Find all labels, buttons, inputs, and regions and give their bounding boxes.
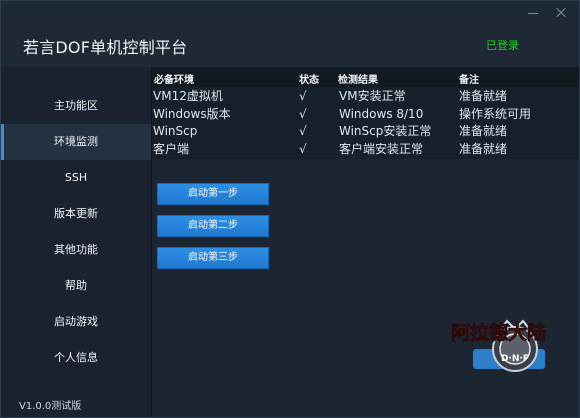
sidebar-item-ssh[interactable]: SSH	[1, 160, 151, 196]
login-status: 已登录	[486, 39, 519, 52]
active-indicator	[1, 124, 4, 160]
version-label: V1.0.0测试版	[19, 401, 82, 412]
sidebar-item-label: SSH	[64, 171, 88, 184]
sidebar-item-label: 版本更新	[54, 207, 98, 220]
sidebar-item-env-monitor[interactable]: 环境监测	[1, 124, 151, 160]
sidebar: 主功能区 环境监测 SSH 版本更新 其他功能 帮助 启动游戏 个人信息	[1, 67, 152, 417]
title-bar: 若言DOF单机控制平台 已登录	[1, 1, 579, 67]
table-cell: Windows 8/10	[339, 107, 424, 121]
table-cell: VM安装正常	[339, 89, 406, 103]
table-cell: Windows版本	[153, 107, 231, 121]
table-cell: 准备就绪	[459, 142, 508, 156]
sidebar-item-label: 其他功能	[54, 243, 98, 256]
sidebar-item-label: 个人信息	[54, 351, 98, 364]
table-cell: WinScp安装正常	[339, 124, 432, 138]
sidebar-item-label: 主功能区	[54, 99, 98, 112]
sidebar-item-profile[interactable]: 个人信息	[1, 340, 151, 376]
table-cell: 客户端	[153, 142, 190, 156]
sidebar-item-label: 启动游戏	[54, 315, 98, 328]
svg-text:阿拉德大陆: 阿拉德大陆	[451, 321, 546, 344]
table-cell: WinScp	[153, 124, 198, 138]
env-table: 必备环境 状态 检测结果 备注 VM12虚拟机 √ VM安装正常 准备就绪 Wi…	[152, 67, 579, 159]
sidebar-item-label: 环境监测	[54, 135, 98, 148]
sidebar-item-other[interactable]: 其他功能	[1, 232, 151, 268]
table-header: 必备环境 状态 检测结果 备注	[152, 67, 579, 87]
column-header: 备注	[459, 75, 479, 86]
close-icon[interactable]	[555, 7, 567, 19]
status-check-icon: √	[299, 89, 307, 103]
sidebar-item-main[interactable]: 主功能区	[1, 88, 151, 124]
sidebar-item-launch-game[interactable]: 启动游戏	[1, 304, 151, 340]
table-cell: 准备就绪	[459, 124, 508, 138]
table-cell: VM12虚拟机	[153, 89, 223, 103]
start-step-1-button[interactable]: 启动第一步	[157, 183, 269, 205]
sidebar-item-label: 帮助	[65, 279, 87, 292]
sidebar-item-help[interactable]: 帮助	[1, 268, 151, 304]
app-title: 若言DOF单机控制平台	[23, 38, 188, 57]
minimize-icon[interactable]	[527, 7, 539, 19]
table-row: VM12虚拟机 √ VM安装正常 准备就绪	[152, 89, 579, 104]
table-cell: 操作系统可用	[459, 107, 532, 121]
status-check-icon: √	[299, 107, 307, 121]
table-row: 客户端 √ 客户端安装正常 准备就绪	[152, 142, 579, 157]
status-check-icon: √	[299, 142, 307, 156]
svg-text:D·N·F: D·N·F	[501, 354, 529, 364]
start-step-2-button[interactable]: 启动第二步	[157, 215, 269, 237]
status-check-icon: √	[299, 124, 307, 138]
sidebar-item-update[interactable]: 版本更新	[1, 196, 151, 232]
table-row: Windows版本 √ Windows 8/10 操作系统可用	[152, 107, 579, 122]
table-row: WinScp √ WinScp安装正常 准备就绪	[152, 124, 579, 139]
column-header: 检测结果	[338, 75, 378, 86]
table-cell: 准备就绪	[459, 89, 508, 103]
table-cell: 客户端安装正常	[339, 142, 424, 156]
column-header: 必备环境	[154, 75, 194, 86]
main-window: 若言DOF单机控制平台 已登录 主功能区 环境监测 SSH 版本更新 其他功能 …	[0, 0, 580, 418]
start-step-3-button[interactable]: 启动第三步	[157, 247, 269, 269]
column-header: 状态	[299, 75, 319, 86]
dnf-logo: 阿拉德大陆 D·N·F	[449, 313, 573, 383]
